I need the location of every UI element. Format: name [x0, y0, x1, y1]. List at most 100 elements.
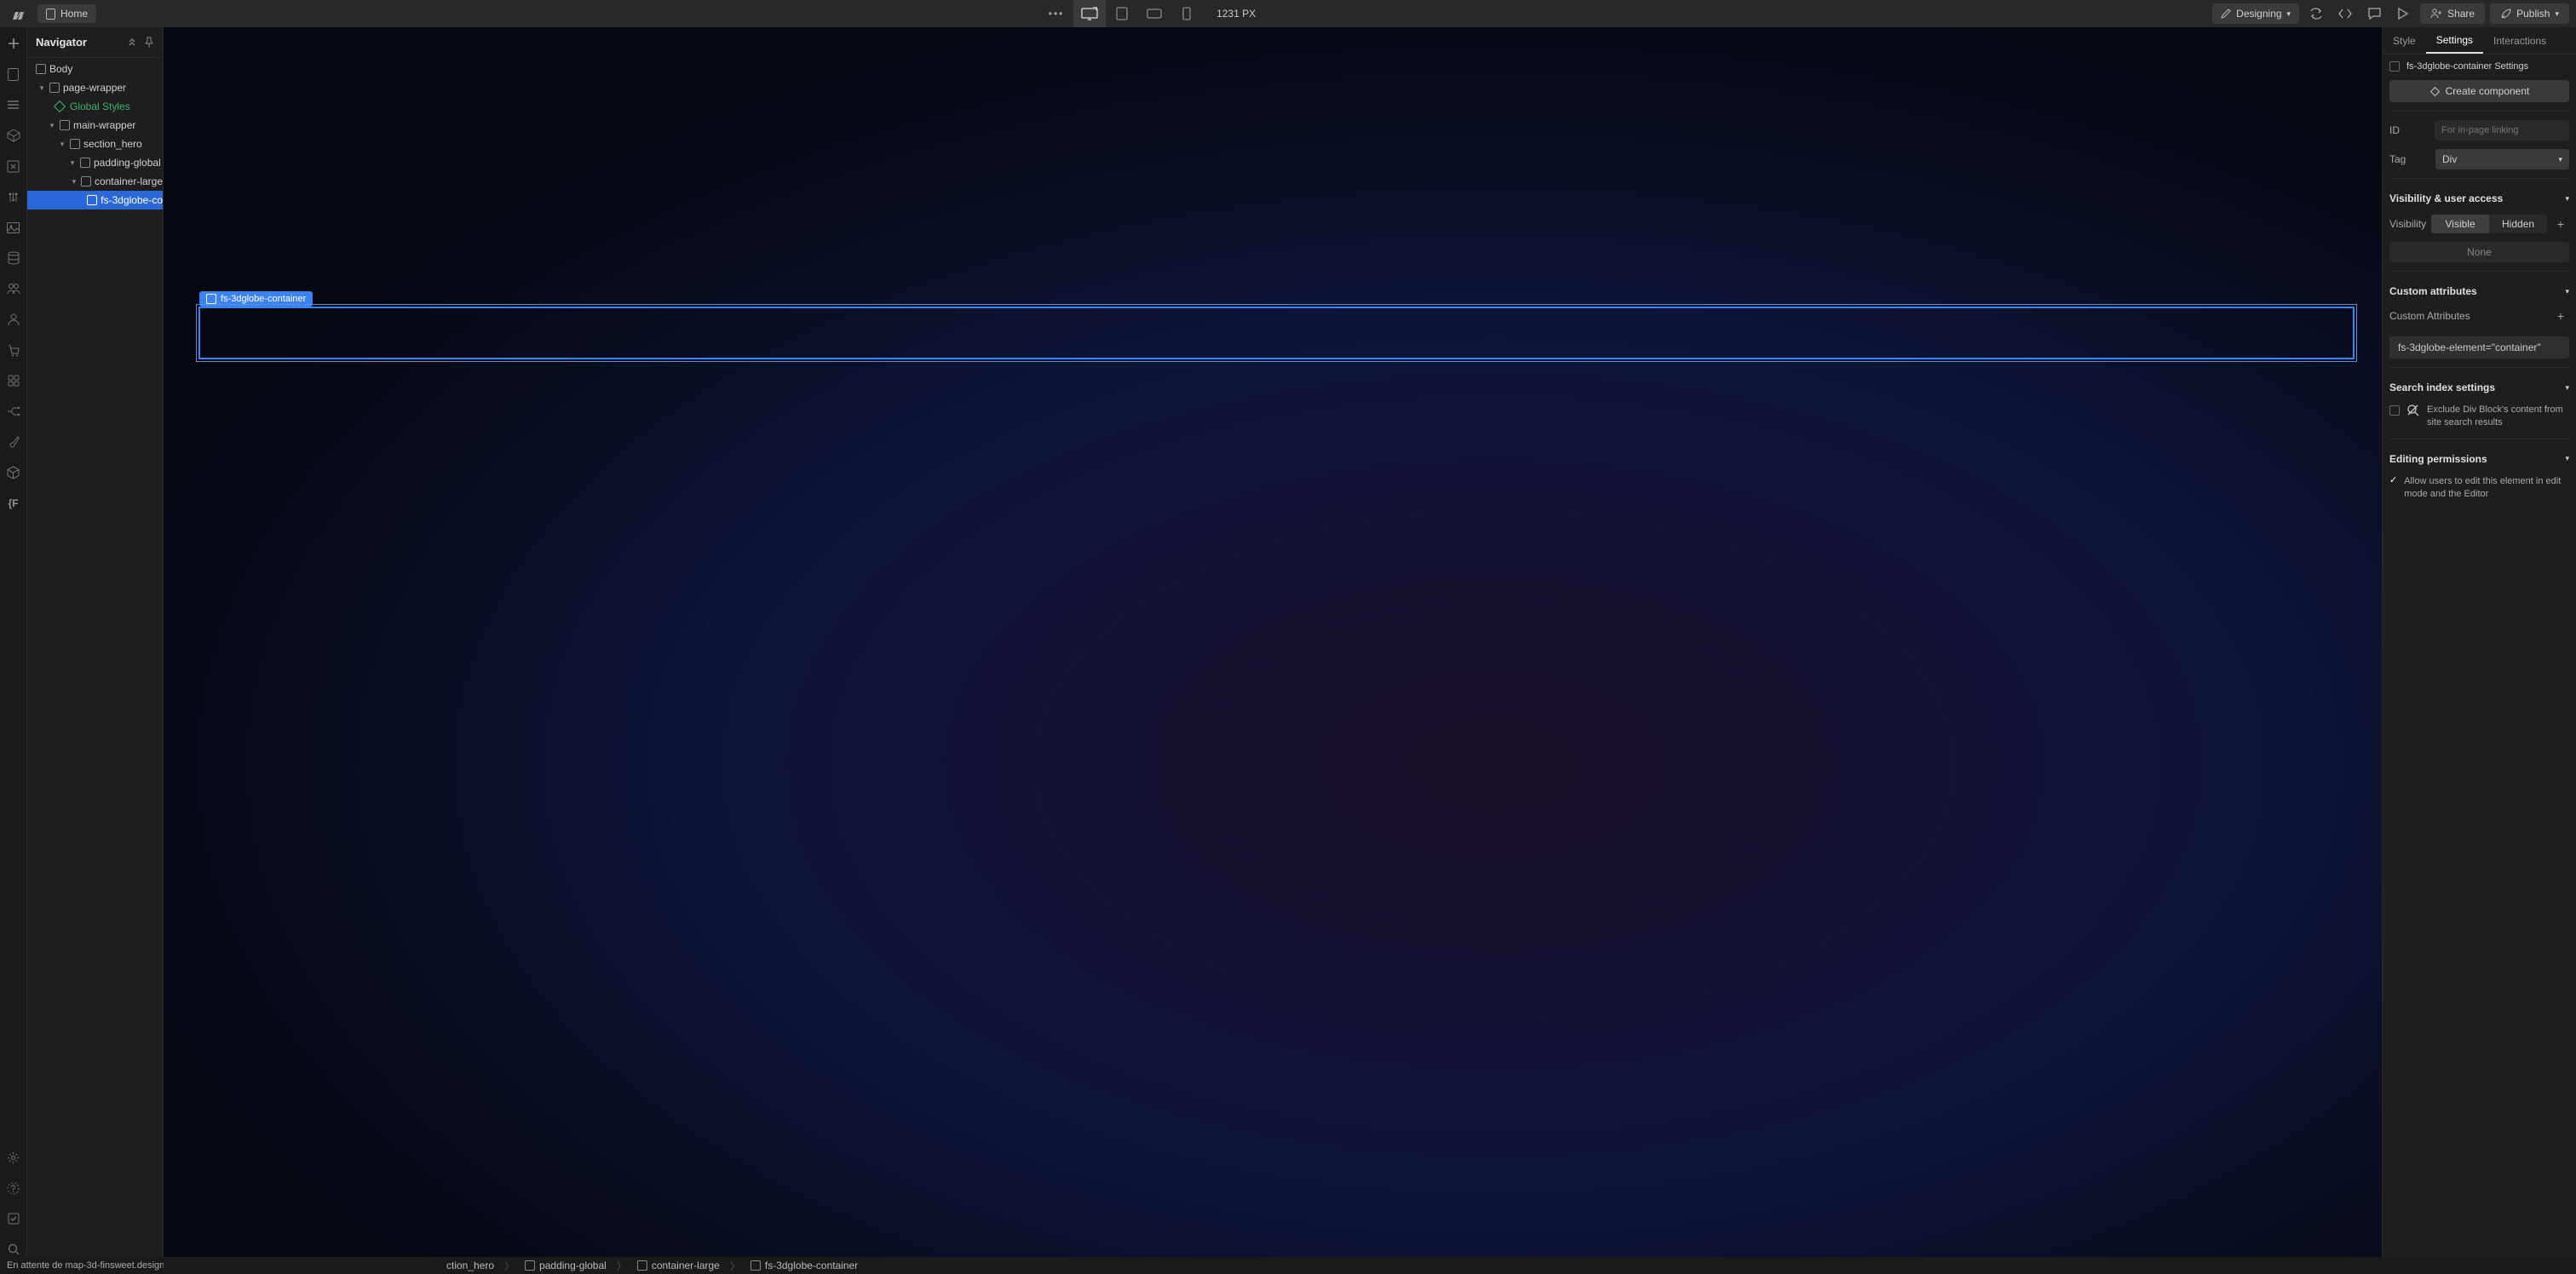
breadcrumb-item[interactable]: ction_hero — [436, 1260, 504, 1271]
chevron-down-icon[interactable]: ▾ — [2565, 194, 2569, 204]
cms-panel-icon[interactable] — [6, 250, 21, 266]
search-icon[interactable] — [6, 1242, 21, 1257]
webflow-logo[interactable] — [7, 3, 31, 24]
chevron-down-icon[interactable]: ▾ — [68, 158, 77, 168]
settings-heading: fs-3dglobe-container Settings — [2406, 61, 2528, 72]
add-custom-attr[interactable]: + — [2552, 307, 2569, 324]
viewport-mobile-landscape[interactable] — [1138, 0, 1170, 27]
chevron-down-icon[interactable]: ▾ — [71, 177, 78, 187]
chevron-down-icon[interactable]: ▾ — [48, 121, 56, 130]
pin-icon[interactable] — [144, 37, 154, 49]
tree-item-page-wrapper[interactable]: ▾ page-wrapper — [27, 78, 163, 97]
tag-value: Div — [2442, 153, 2457, 165]
add-visibility-condition[interactable]: + — [2552, 215, 2569, 232]
pencil-icon — [2221, 9, 2231, 19]
visibility-header: Visibility & user access — [2389, 192, 2503, 204]
tree-item-global-styles[interactable]: Global Styles — [27, 97, 163, 116]
breadcrumb-sep: 〉 — [504, 1259, 515, 1273]
search-off-icon — [2406, 404, 2420, 417]
exclude-text: Exclude Div Block's content from site se… — [2427, 404, 2569, 430]
chevron-down-icon[interactable]: ▾ — [37, 83, 46, 93]
div-icon — [60, 120, 70, 130]
logic-panel-icon[interactable] — [6, 404, 21, 419]
tab-interactions[interactable]: Interactions — [2483, 27, 2556, 54]
tree-item-container-large[interactable]: ▾ container-large — [27, 172, 163, 191]
code-icon[interactable] — [2333, 2, 2357, 26]
publish-button[interactable]: Publish ▾ — [2490, 3, 2569, 24]
selected-element-outline[interactable] — [198, 307, 2355, 359]
editing-header: Editing permissions — [2389, 453, 2487, 465]
breadcrumb-item[interactable]: padding-global — [515, 1260, 617, 1271]
settings-icon[interactable] — [6, 1150, 21, 1165]
cube-icon[interactable] — [6, 465, 21, 480]
preview-icon[interactable] — [2391, 2, 2415, 26]
help-icon[interactable] — [6, 1180, 21, 1196]
users-panel-icon[interactable] — [6, 281, 21, 296]
viewport-mobile[interactable] — [1170, 0, 1203, 27]
div-icon — [525, 1260, 535, 1271]
tree-label: Global Styles — [70, 100, 130, 112]
tree-item-section-hero[interactable]: ▾ section_hero — [27, 135, 163, 153]
ecommerce-panel-icon[interactable] — [6, 342, 21, 358]
div-icon — [81, 176, 91, 187]
designing-dropdown[interactable]: Designing ▾ — [2212, 3, 2299, 24]
visibility-hidden[interactable]: Hidden — [2489, 215, 2547, 233]
div-icon — [70, 139, 80, 149]
more-menu[interactable]: ••• — [1044, 2, 1068, 26]
chevron-down-icon: ▾ — [2555, 9, 2559, 19]
tree-item-body[interactable]: Body — [27, 60, 163, 78]
audit-icon[interactable] — [6, 1211, 21, 1226]
create-component-button[interactable]: Create component — [2389, 80, 2569, 102]
home-label: Home — [60, 8, 88, 20]
style-panel-icon[interactable] — [6, 189, 21, 204]
tree-item-main-wrapper[interactable]: ▾ main-wrapper — [27, 116, 163, 135]
tree-label: section_hero — [83, 138, 142, 150]
tree-label: page-wrapper — [63, 82, 126, 94]
sync-icon[interactable] — [2304, 2, 2328, 26]
add-panel-icon[interactable] — [6, 36, 21, 51]
breadcrumb-item[interactable]: container-large — [627, 1260, 730, 1271]
breadcrumb-item[interactable]: fs-3dglobe-container — [740, 1260, 868, 1271]
tab-settings[interactable]: Settings — [2426, 27, 2483, 54]
pages-panel-icon[interactable] — [6, 66, 21, 82]
design-canvas[interactable]: fs-3dglobe-container — [164, 27, 2382, 1257]
tree-item-padding-global[interactable]: ▾ padding-global — [27, 153, 163, 172]
chevron-down-icon[interactable]: ▾ — [58, 140, 66, 149]
finsweet-icon[interactable]: {F — [6, 496, 21, 511]
visibility-visible[interactable]: Visible — [2431, 215, 2489, 233]
variables-panel-icon[interactable] — [6, 158, 21, 174]
div-icon — [87, 195, 97, 205]
tag-select[interactable]: Div ▾ — [2435, 149, 2569, 169]
comment-icon[interactable] — [2362, 2, 2386, 26]
visibility-label: Visibility — [2389, 218, 2426, 230]
breadcrumb: ction_hero 〉 padding-global 〉 container-… — [164, 1257, 2382, 1274]
apps-panel-icon[interactable] — [6, 373, 21, 388]
assets-panel-icon[interactable] — [6, 220, 21, 235]
tree-label: main-wrapper — [73, 119, 135, 131]
brush-icon[interactable] — [6, 434, 21, 450]
allow-edit-text: Allow users to edit this element in edit… — [2404, 475, 2569, 502]
div-icon — [49, 83, 60, 93]
share-button[interactable]: Share — [2420, 3, 2485, 24]
components-panel-icon[interactable] — [6, 128, 21, 143]
viewport-width: 1231 PX — [1208, 8, 1264, 20]
chevron-down-icon[interactable]: ▾ — [2565, 383, 2569, 393]
viewport-desktop-large[interactable] — [1073, 0, 1106, 27]
tree-item-fs-container[interactable]: fs-3dglobe-co — [27, 191, 163, 209]
chevron-down-icon[interactable]: ▾ — [2565, 454, 2569, 463]
navigator-panel-icon[interactable] — [6, 97, 21, 112]
home-button[interactable]: Home — [37, 4, 96, 23]
tree-label: container-large — [95, 175, 163, 187]
collapse-icon[interactable] — [127, 37, 137, 49]
user-panel-icon[interactable] — [6, 312, 21, 327]
custom-attr-item[interactable]: fs-3dglobe-element="container" — [2389, 336, 2569, 359]
selection-label[interactable]: fs-3dglobe-container — [199, 291, 313, 307]
id-input[interactable] — [2435, 120, 2569, 141]
viewport-tablet[interactable] — [1106, 0, 1138, 27]
settings-checkbox[interactable] — [2389, 61, 2400, 72]
exclude-checkbox[interactable] — [2389, 405, 2400, 416]
tab-style[interactable]: Style — [2383, 27, 2426, 54]
div-icon — [750, 1260, 761, 1271]
chevron-down-icon[interactable]: ▾ — [2565, 287, 2569, 296]
div-icon — [36, 64, 46, 74]
